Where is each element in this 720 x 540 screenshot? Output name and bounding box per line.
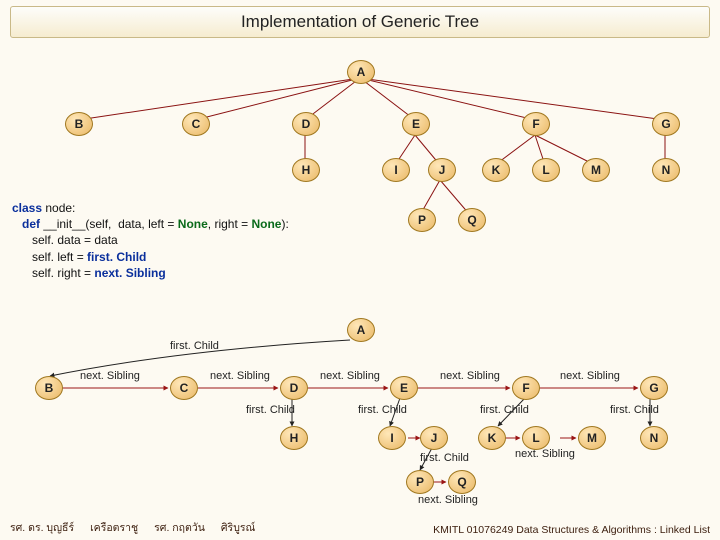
top-node-C: C — [182, 112, 210, 136]
top-node-N: N — [652, 158, 680, 182]
label-firstchild: first. Child — [420, 452, 469, 464]
bot-node-J: J — [420, 426, 448, 450]
top-node-I: I — [382, 158, 410, 182]
bot-node-B: B — [35, 376, 63, 400]
top-node-G: G — [652, 112, 680, 136]
top-node-M: M — [582, 158, 610, 182]
bot-node-L: L — [522, 426, 550, 450]
bot-node-G: G — [640, 376, 668, 400]
top-node-B: B — [65, 112, 93, 136]
bot-node-F: F — [512, 376, 540, 400]
label-firstchild: first. Child — [480, 404, 529, 416]
bot-node-I: I — [378, 426, 406, 450]
top-node-E: E — [402, 112, 430, 136]
bot-node-C: C — [170, 376, 198, 400]
bot-node-Q: Q — [448, 470, 476, 494]
bot-node-N: N — [640, 426, 668, 450]
label-nextsibling: next. Sibling — [440, 370, 500, 382]
top-node-K: K — [482, 158, 510, 182]
label-nextsibling: next. Sibling — [560, 370, 620, 382]
top-node-H: H — [292, 158, 320, 182]
top-node-A: A — [347, 60, 375, 84]
label-nextsibling: next. Sibling — [80, 370, 140, 382]
top-node-D: D — [292, 112, 320, 136]
label-nextsibling: next. Sibling — [515, 448, 575, 460]
bot-node-P: P — [406, 470, 434, 494]
code-snippet: class node: def __init__(self, data, lef… — [12, 200, 289, 281]
bot-node-A: A — [347, 318, 375, 342]
label-firstchild: first. Child — [170, 340, 219, 352]
top-node-J: J — [428, 158, 456, 182]
label-nextsibling: next. Sibling — [320, 370, 380, 382]
top-node-L: L — [532, 158, 560, 182]
bot-node-E: E — [390, 376, 418, 400]
bot-node-H: H — [280, 426, 308, 450]
bot-node-K: K — [478, 426, 506, 450]
top-node-P: P — [408, 208, 436, 232]
top-node-F: F — [522, 112, 550, 136]
bot-node-D: D — [280, 376, 308, 400]
bot-node-M: M — [578, 426, 606, 450]
top-node-Q: Q — [458, 208, 486, 232]
label-firstchild: first. Child — [610, 404, 659, 416]
label-nextsibling: next. Sibling — [418, 494, 478, 506]
label-nextsibling: next. Sibling — [210, 370, 270, 382]
label-firstchild: first. Child — [246, 404, 295, 416]
label-firstchild: first. Child — [358, 404, 407, 416]
